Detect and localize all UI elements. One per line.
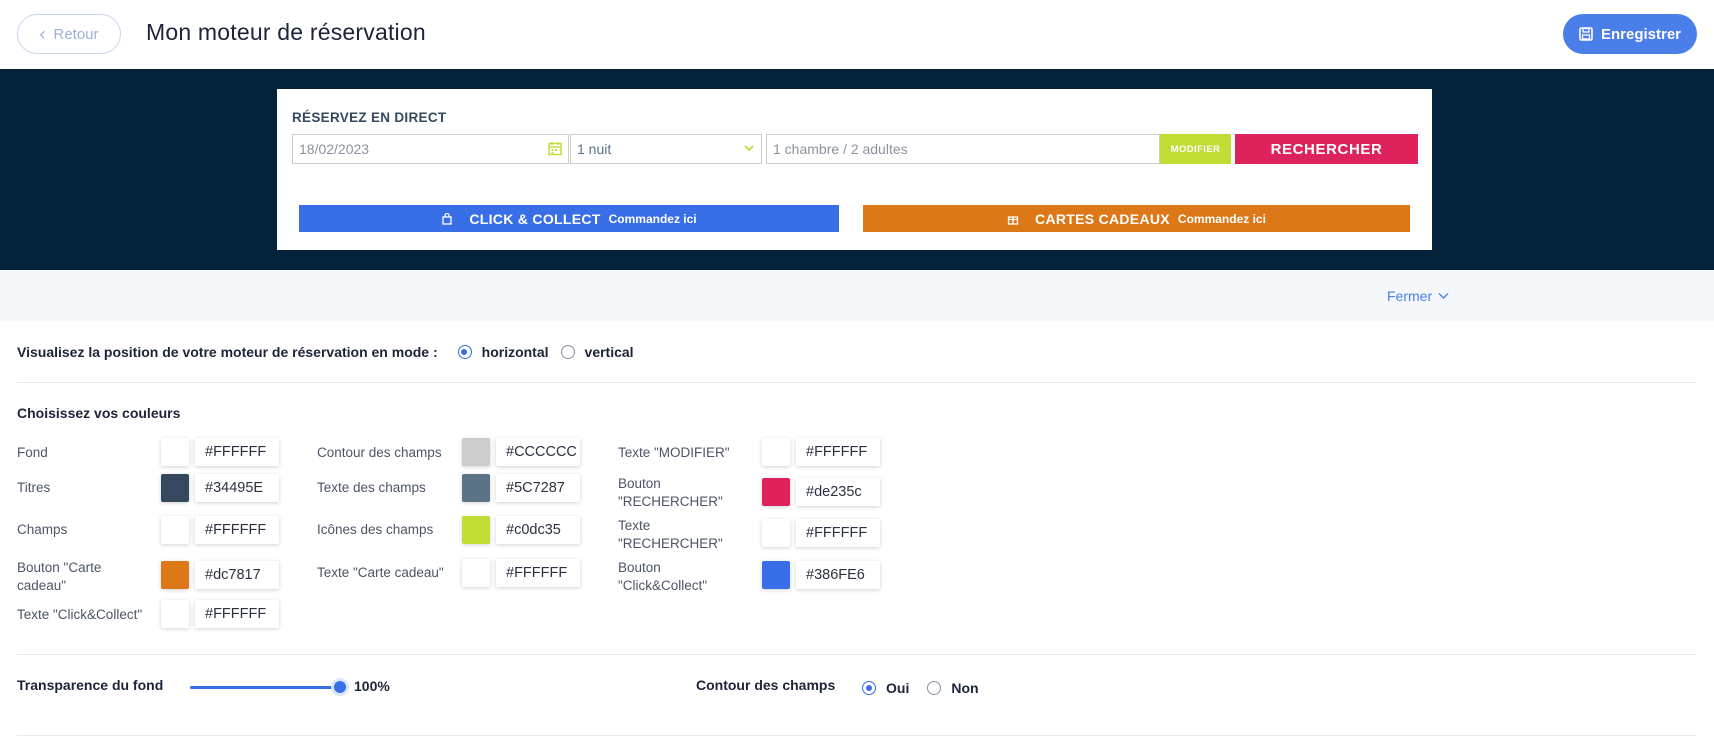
color-label-field-border: Contour des champs [317, 445, 442, 460]
color-label-cc-text: Texte "Click&Collect" [17, 607, 143, 622]
click-collect-label: CLICK & COLLECT [469, 210, 601, 227]
color-swatch-search-button[interactable] [762, 478, 790, 506]
gift-card-sub: Commandez ici [1177, 211, 1266, 226]
color-hex-cc-button[interactable]: #386FE6 [796, 561, 880, 589]
color-swatch-cc-button[interactable] [762, 561, 790, 589]
radio-unselected-icon [927, 681, 942, 695]
divider [17, 654, 1697, 655]
save-icon [1579, 27, 1593, 41]
mode-horizontal-radio[interactable]: horizontal [457, 344, 549, 360]
save-button-label: Enregistrer [1600, 25, 1682, 43]
preview-toggle-bar: Fermer [0, 270, 1714, 321]
transparency-label: Transparence du fond [17, 677, 164, 693]
color-label-fond: Fond [17, 445, 48, 460]
display-mode-row: Visualisez la position de votre moteur d… [17, 344, 634, 360]
color-hex-search-text[interactable]: #FFFFFF [796, 519, 880, 547]
click-collect-sub: Commandez ici [608, 211, 697, 226]
color-swatch-gift-text[interactable] [462, 559, 490, 587]
radio-selected-icon [457, 345, 472, 359]
gift-icon [1007, 215, 1019, 225]
radio-selected-icon [862, 681, 876, 695]
transparency-value: 100% [354, 678, 390, 694]
color-hex-gift-button[interactable]: #dc7817 [195, 561, 279, 589]
color-label-modify-text: Texte "MODIFIER" [618, 445, 730, 460]
color-label-gift-button: Bouton "Carte cadeau" [17, 560, 102, 593]
color-hex-field-icons[interactable]: #c0dc35 [496, 516, 580, 544]
color-hex-champs[interactable]: #FFFFFF [195, 516, 279, 544]
colors-section-title: Choisissez vos couleurs [17, 405, 181, 421]
color-swatch-cc-text[interactable] [161, 600, 189, 628]
close-preview-link[interactable]: Fermer [1387, 288, 1449, 304]
radio-unselected-icon [560, 345, 575, 359]
mode-horizontal-label: horizontal [481, 344, 549, 360]
chevron-left-icon: ‹ [39, 24, 46, 44]
color-hex-search-button[interactable]: #de235c [796, 478, 880, 506]
shopping-bag-icon [442, 212, 452, 225]
color-label-champs: Champs [17, 522, 68, 537]
color-hex-field-text[interactable]: #5C7287 [496, 474, 580, 502]
color-swatch-field-icons[interactable] [462, 516, 490, 544]
color-hex-field-border[interactable]: #CCCCCC [496, 438, 580, 466]
back-button[interactable]: ‹ Retour [17, 14, 121, 54]
color-label-search-text: Texte "RECHERCHER" [618, 518, 723, 551]
color-label-titres: Titres [17, 480, 51, 495]
divider [17, 382, 1697, 383]
click-collect-button[interactable]: CLICK & COLLECT Commandez ici [299, 205, 839, 232]
widget-title: RÉSERVEZ EN DIRECT [292, 110, 447, 125]
color-hex-gift-text[interactable]: #FFFFFF [496, 559, 580, 587]
field-outline-label: Contour des champs [696, 677, 836, 693]
color-swatch-gift-button[interactable] [161, 561, 189, 589]
calendar-icon [548, 142, 562, 156]
color-swatch-search-text[interactable] [762, 519, 790, 547]
color-swatch-field-border[interactable] [462, 438, 490, 466]
color-swatch-modify-text[interactable] [762, 438, 790, 466]
color-swatch-titres[interactable] [161, 474, 189, 502]
color-swatch-fond[interactable] [161, 438, 189, 466]
mode-vertical-label: vertical [584, 344, 634, 360]
transparency-slider-track[interactable] [190, 686, 340, 689]
nights-value: 1 nuit [577, 141, 612, 157]
color-hex-fond[interactable]: #FFFFFF [195, 438, 279, 466]
color-swatch-field-text[interactable] [462, 474, 490, 502]
top-bar: ‹ Retour Mon moteur de réservation Enreg… [0, 0, 1714, 69]
field-outline-options: Oui Non [862, 680, 979, 696]
page-title: Mon moteur de réservation [146, 19, 426, 45]
transparency-slider-thumb[interactable] [331, 678, 349, 696]
color-hex-cc-text[interactable]: #FFFFFF [195, 600, 279, 628]
date-field[interactable]: 18/02/2023 [292, 134, 569, 164]
search-button[interactable]: RECHERCHER [1235, 134, 1418, 164]
color-label-field-text: Texte des champs [317, 480, 426, 495]
booking-engine-preview: RÉSERVEZ EN DIRECT 18/02/2023 1 nuit 1 c… [0, 69, 1714, 270]
color-label-field-icons: Icônes des champs [317, 522, 434, 537]
back-button-label: Retour [53, 25, 99, 43]
color-label-cc-button: Bouton "Click&Collect" [618, 560, 708, 593]
display-mode-label: Visualisez la position de votre moteur d… [17, 344, 438, 360]
color-label-gift-text: Texte "Carte cadeau" [317, 565, 444, 580]
booking-widget: RÉSERVEZ EN DIRECT 18/02/2023 1 nuit 1 c… [277, 89, 1432, 250]
outline-yes-radio[interactable]: Oui [862, 680, 909, 696]
nights-select[interactable]: 1 nuit [570, 134, 762, 164]
date-value: 18/02/2023 [299, 141, 370, 157]
chevron-down-icon [744, 145, 754, 152]
rooms-guests-field[interactable]: 1 chambre / 2 adultes [766, 134, 1160, 164]
outline-no-label: Non [951, 680, 979, 696]
modify-button[interactable]: MODIFIER [1160, 134, 1231, 164]
rooms-value: 1 chambre / 2 adultes [773, 141, 908, 157]
color-hex-titres[interactable]: #34495E [195, 474, 279, 502]
outline-yes-label: Oui [886, 680, 910, 696]
outline-no-radio[interactable]: Non [927, 680, 979, 696]
gift-card-button[interactable]: CARTES CADEAUX Commandez ici [863, 205, 1410, 232]
chevron-down-icon [1438, 293, 1449, 299]
close-label: Fermer [1387, 288, 1433, 304]
save-button[interactable]: Enregistrer [1563, 14, 1697, 54]
color-swatch-champs[interactable] [161, 516, 189, 544]
color-hex-modify-text[interactable]: #FFFFFF [796, 438, 880, 466]
gift-card-label: CARTES CADEAUX [1035, 210, 1170, 227]
divider [17, 735, 1697, 736]
mode-vertical-radio[interactable]: vertical [560, 344, 634, 360]
color-label-search-button: Bouton "RECHERCHER" [618, 476, 723, 509]
